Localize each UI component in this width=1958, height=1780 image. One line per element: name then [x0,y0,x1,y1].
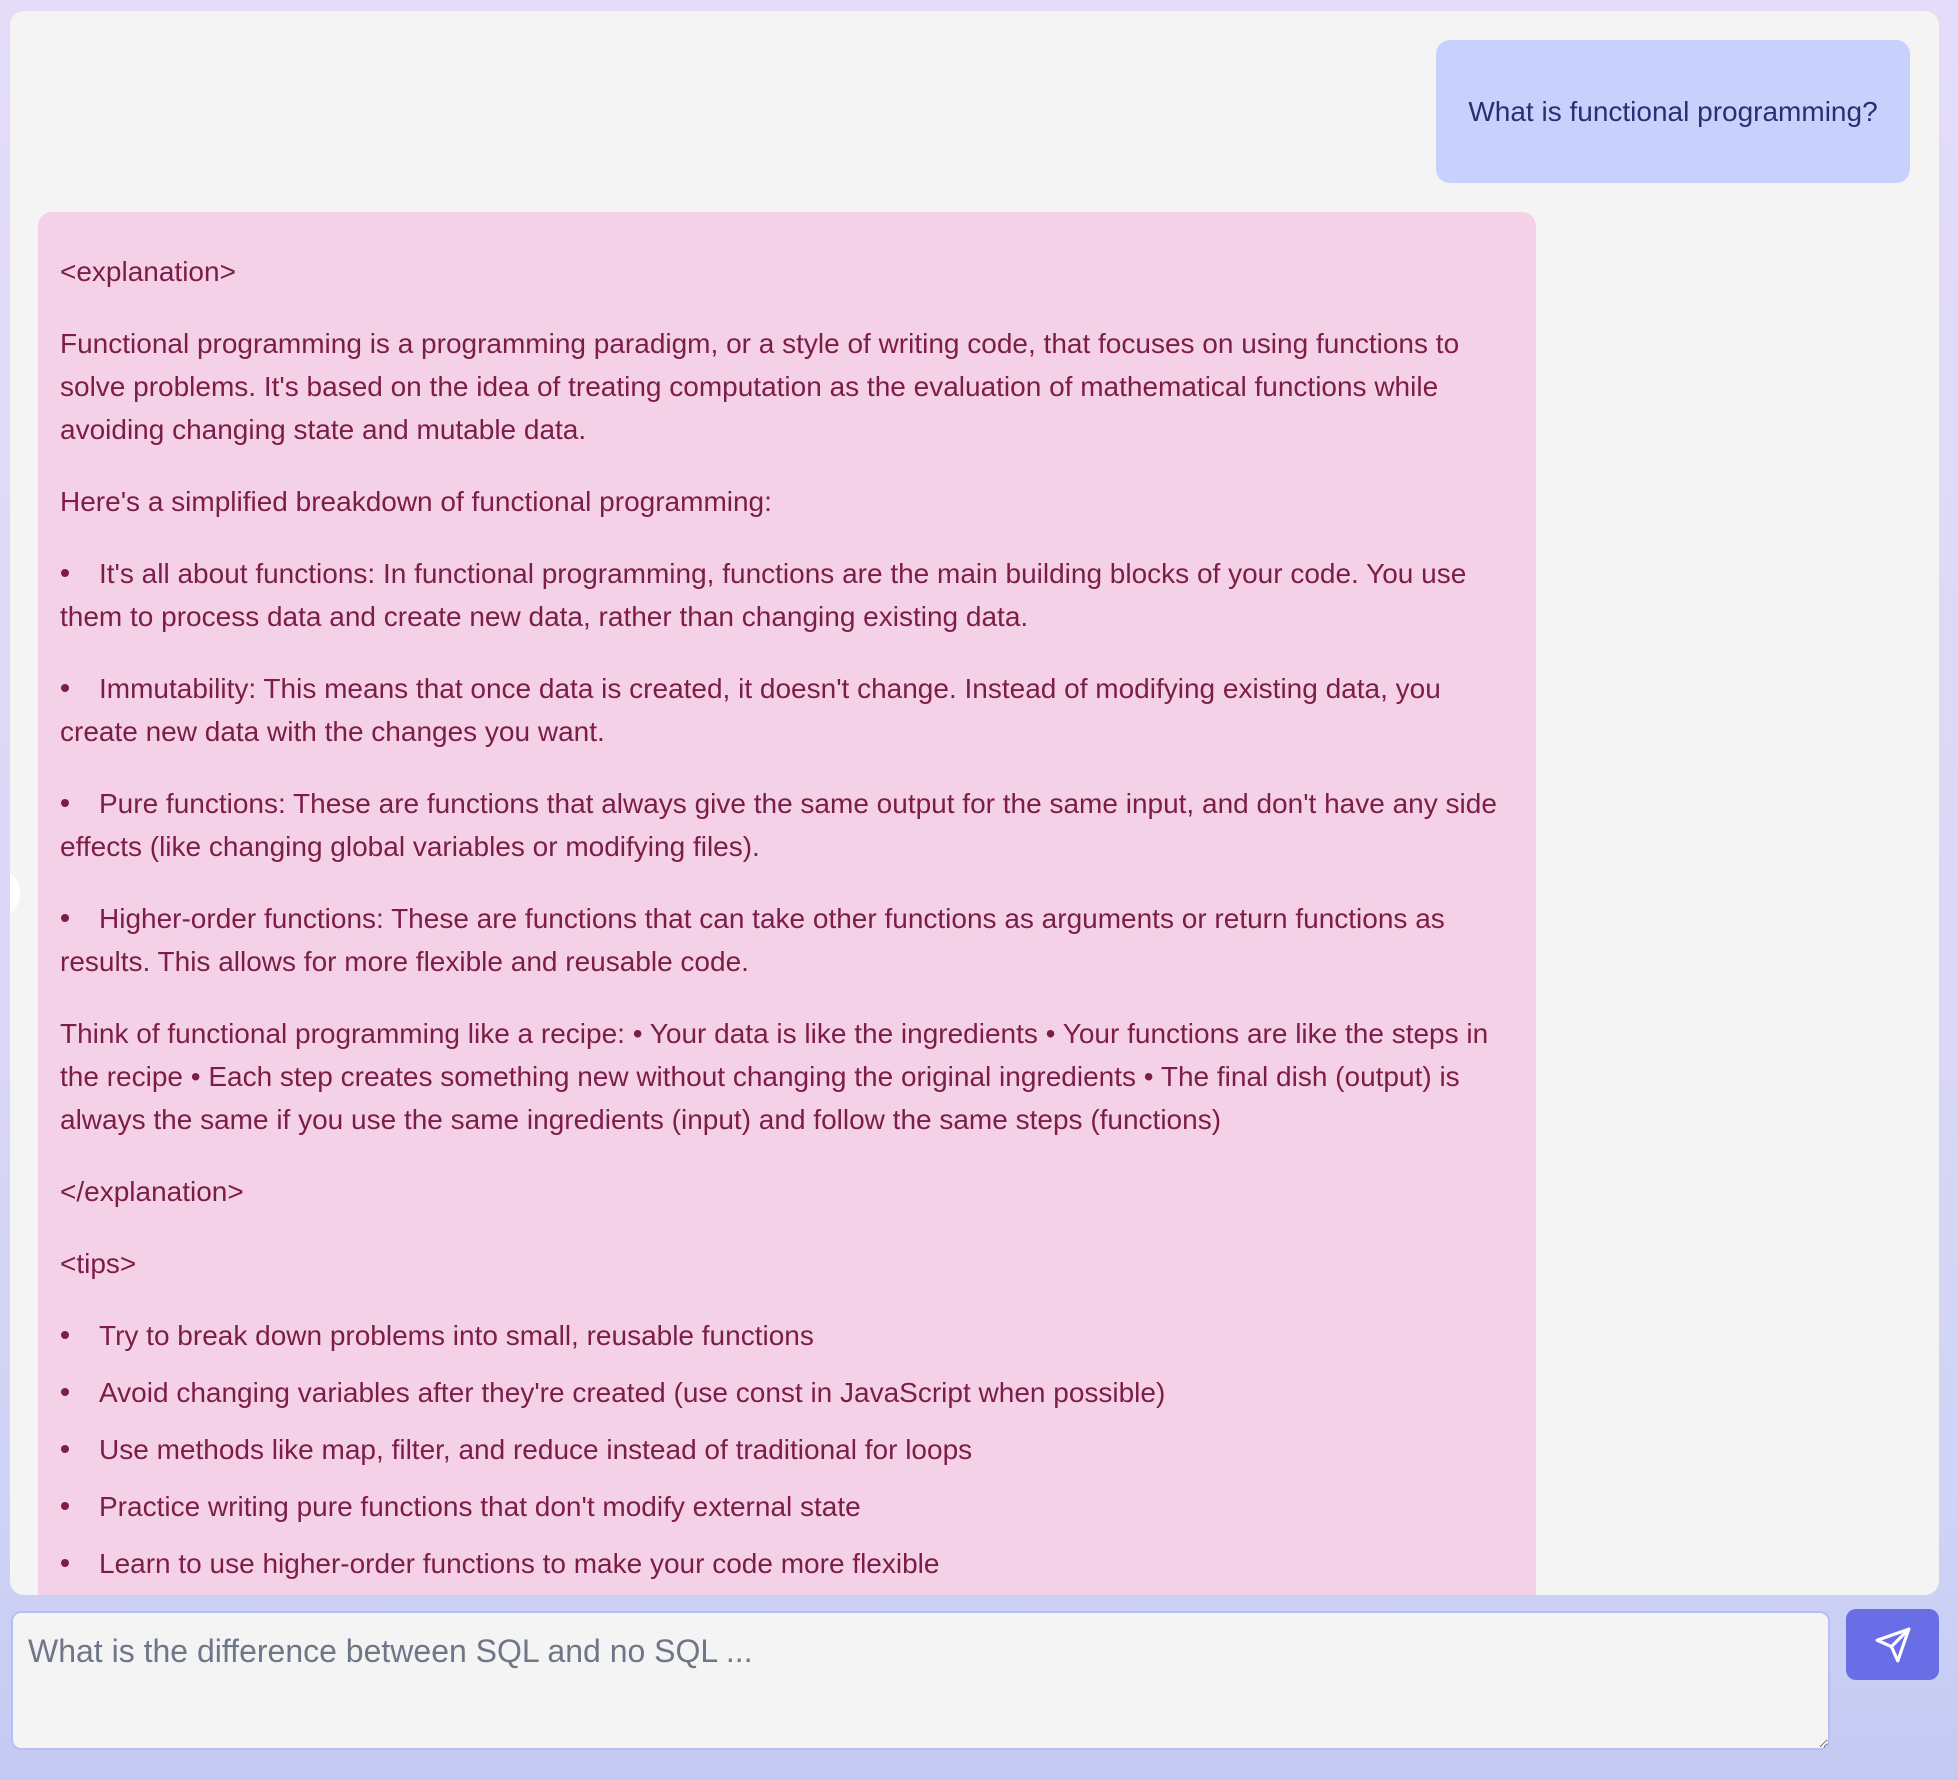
intro-paragraph: Functional programming is a programming … [60,328,1460,445]
bullet-icon [60,1485,99,1528]
list-item-text: Immutability: This means that once data … [60,673,1441,747]
tips-open-tag: <tips> [60,1248,137,1279]
tip-item-text: Avoid changing variables after they're c… [99,1377,1166,1408]
bullet-icon [60,667,99,710]
list-item: Higher-order functions: These are functi… [60,897,1514,983]
list-item-text: Pure functions: These are functions that… [60,788,1497,862]
bullet-icon [60,897,99,940]
user-message-text: What is functional programming? [1468,95,1878,127]
list-item: Pure functions: These are functions that… [60,782,1514,868]
recipe-paragraph: Think of functional programming like a r… [60,1018,1489,1135]
tip-item: Learn to use higher-order functions to m… [60,1542,1514,1585]
explanation-open-tag: <explanation> [60,256,236,287]
bullet-icon [60,1542,99,1585]
breakdown-list: It's all about functions: In functional … [60,552,1514,983]
paper-plane-icon [1875,1627,1910,1662]
bullet-icon [60,1314,99,1357]
tip-item: Use methods like map, filter, and reduce… [60,1428,1514,1471]
bullet-icon [60,1428,99,1471]
tip-item-text: Use methods like map, filter, and reduce… [99,1434,973,1465]
list-item-text: Higher-order functions: These are functi… [60,903,1445,977]
list-item: It's all about functions: In functional … [60,552,1514,638]
tip-item: Practice writing pure functions that don… [60,1485,1514,1528]
bullet-icon [60,552,99,595]
explanation-close-tag: </explanation> [60,1176,244,1207]
list-item-text: It's all about functions: In functional … [60,558,1467,632]
chat-panel: What is functional programming? <explana… [10,11,1939,1595]
assistant-message-bubble: <explanation> Functional programming is … [38,212,1536,1595]
list-item: Immutability: This means that once data … [60,667,1514,753]
tip-item-text: Try to break down problems into small, r… [99,1320,814,1351]
message-input[interactable] [11,1611,1830,1750]
bullet-icon [60,1371,99,1414]
tip-item-text: Practice writing pure functions that don… [99,1491,861,1522]
send-button[interactable] [1846,1609,1939,1680]
tip-item-text: Learn to use higher-order functions to m… [99,1548,940,1579]
tip-item: Try to break down problems into small, r… [60,1314,1514,1357]
tips-list: Try to break down problems into small, r… [60,1314,1514,1585]
tip-item: Avoid changing variables after they're c… [60,1371,1514,1414]
user-message-bubble: What is functional programming? [1436,40,1910,183]
breakdown-heading: Here's a simplified breakdown of functio… [60,486,772,517]
sidebar-toggle-handle[interactable] [10,873,20,913]
bullet-icon [60,782,99,825]
